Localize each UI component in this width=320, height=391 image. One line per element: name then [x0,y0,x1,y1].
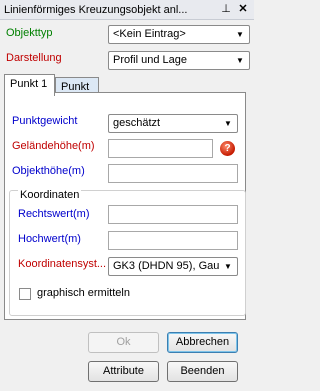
punktgewicht-value: geschätzt [113,117,161,129]
graphisch-label: graphisch ermitteln [37,287,130,299]
darstellung-value: Profil und Lage [113,54,187,66]
objekthoehe-label: Objekthöhe(m) [12,165,85,177]
chevron-down-icon: ▼ [224,119,232,128]
gelaendehoehe-input[interactable] [108,139,213,158]
attribute-button[interactable]: Attribute [88,361,159,382]
punktgewicht-label: Punktgewicht [12,115,78,127]
rechtswert-label: Rechtswert(m) [18,208,90,220]
chevron-down-icon: ▼ [224,262,232,271]
objekttyp-label: Objekttyp [6,27,53,39]
abbrechen-button[interactable]: Abbrechen [167,332,238,353]
koordinaten-title: Koordinaten [18,189,82,201]
objekttyp-value: <Kein Eintrag> [113,28,186,40]
darstellung-label: Darstellung [6,52,62,64]
koordinatensystem-value: GK3 (DHDN 95), Gau [113,260,220,272]
darstellung-select[interactable]: Profil und Lage ▼ [108,51,250,70]
beenden-button[interactable]: Beenden [167,361,238,382]
error-icon: ? [220,141,235,156]
tab-punkt-1[interactable]: Punkt 1 [4,74,55,96]
title-bar: Linienförmiges Kreuzungsobjekt anl... ⊥ … [0,0,254,20]
objekttyp-select[interactable]: <Kein Eintrag> ▼ [108,25,250,44]
gelaendehoehe-label: Geländehöhe(m) [12,140,95,152]
hochwert-label: Hochwert(m) [18,233,81,245]
koordinatensystem-select[interactable]: GK3 (DHDN 95), Gau ▼ [108,257,238,276]
ok-button[interactable]: Ok [88,332,159,353]
chevron-down-icon: ▼ [236,56,244,65]
pin-icon[interactable]: ⊥ [219,2,233,16]
graphisch-checkbox[interactable] [19,288,31,300]
close-icon[interactable]: ✕ [236,2,250,16]
objekthoehe-input[interactable] [108,164,238,183]
koordinatensystem-label: Koordinatensyst... [18,258,107,270]
punktgewicht-select[interactable]: geschätzt ▼ [108,114,238,133]
hochwert-input[interactable] [108,231,238,250]
chevron-down-icon: ▼ [236,30,244,39]
window-title: Linienförmiges Kreuzungsobjekt anl... [4,4,188,16]
rechtswert-input[interactable] [108,205,238,224]
